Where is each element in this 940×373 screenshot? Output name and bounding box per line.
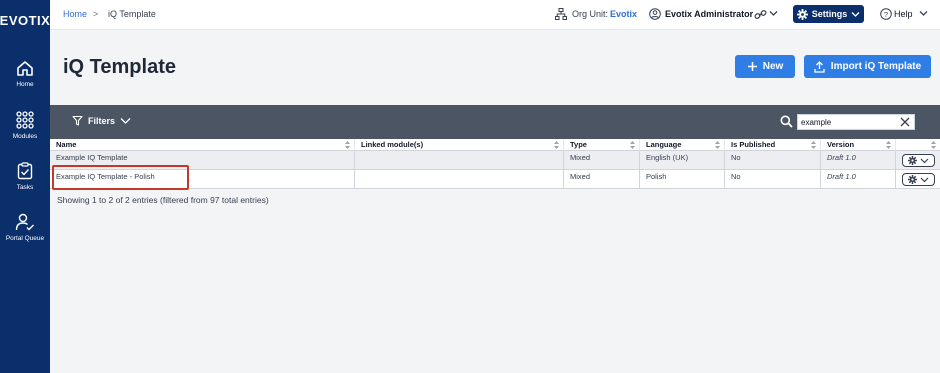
sidebar-item-tasks[interactable]: Tasks: [0, 162, 50, 191]
cell-language: English (UK): [640, 151, 725, 170]
page-title: iQ Template: [63, 56, 176, 78]
search-icon[interactable]: [780, 115, 793, 128]
clipboard-check-icon: [17, 162, 33, 180]
new-button-label: New: [762, 61, 784, 72]
gear-icon: [908, 156, 917, 165]
close-icon[interactable]: [900, 117, 910, 127]
sidebar-item-home[interactable]: Home: [0, 60, 50, 88]
table-row[interactable]: Example IQ Template Mixed English (UK) N…: [50, 151, 940, 170]
cell-name[interactable]: Example IQ Template - Polish: [50, 170, 355, 189]
column-header-actions: [896, 139, 940, 151]
sidebar: EVOTIX Home Modules Tasks Portal Queue: [0, 0, 50, 373]
column-header-label: Linked module(s): [361, 140, 424, 149]
breadcrumb-current: iQ Template: [108, 9, 156, 19]
column-header-label: Is Published: [731, 140, 776, 149]
column-header-label: Type: [570, 140, 587, 149]
column-header-version[interactable]: Version: [821, 139, 896, 151]
sort-icon: [630, 141, 635, 149]
sidebar-item-label: Tasks: [16, 184, 34, 191]
svg-text:?: ?: [884, 10, 888, 19]
search-box: [797, 114, 915, 130]
filter-bar: Filters: [50, 105, 940, 139]
sidebar-item-label: Portal Queue: [5, 235, 45, 242]
new-button[interactable]: New: [735, 55, 795, 78]
filters-toggle[interactable]: Filters: [72, 115, 131, 126]
chevron-down-icon: [920, 177, 929, 182]
column-header-label: Language: [646, 140, 682, 149]
settings-button[interactable]: Settings: [793, 5, 864, 23]
column-header-name[interactable]: Name: [50, 139, 355, 151]
chevron-down-icon: [920, 158, 929, 163]
sort-icon: [715, 141, 720, 149]
user-name[interactable]: Evotix Administrator: [665, 9, 753, 19]
search-input[interactable]: [801, 116, 891, 128]
user-avatar-icon[interactable]: [649, 8, 661, 20]
cell-language: Polish: [640, 170, 725, 189]
gear-icon: [796, 8, 808, 20]
breadcrumb-home-link[interactable]: Home: [63, 9, 87, 19]
sort-icon: [554, 141, 559, 149]
filter-funnel-icon: [72, 115, 83, 126]
table-row[interactable]: Example IQ Template - Polish Mixed Polis…: [50, 170, 940, 189]
link-icon[interactable]: [754, 8, 767, 21]
chevron-down-icon: [851, 11, 860, 17]
org-unit-selector[interactable]: Evotix: [610, 9, 637, 19]
templates-table: Name Linked module(s) Type Language Is P…: [50, 139, 940, 189]
sort-icon: [886, 141, 891, 149]
org-unit-label: Org Unit:: [572, 9, 609, 19]
modules-grid-icon: [16, 111, 34, 129]
column-header-label: Name: [56, 140, 77, 149]
upload-icon: [814, 60, 825, 73]
topbar: Home > iQ Template Org Unit: Evotix Evot…: [50, 0, 940, 30]
plus-icon: [747, 62, 757, 71]
breadcrumb-separator: >: [93, 9, 99, 19]
cell-version: Draft 1.0: [821, 151, 896, 170]
row-actions-button[interactable]: [902, 173, 935, 186]
cell-is-published: No: [725, 170, 821, 189]
sidebar-item-modules[interactable]: Modules: [0, 111, 50, 140]
cell-type: Mixed: [564, 151, 640, 170]
sidebar-item-label: Home: [16, 81, 34, 88]
table-header: Name Linked module(s) Type Language Is P…: [50, 139, 940, 151]
cell-linked-modules: [355, 170, 564, 189]
chevron-down-icon: [120, 117, 131, 124]
cell-linked-modules: [355, 151, 564, 170]
sidebar-item-label: Modules: [12, 133, 38, 140]
gear-icon: [908, 175, 917, 184]
user-check-icon: [15, 213, 34, 231]
row-actions-button[interactable]: [902, 154, 935, 167]
column-header-linked-modules[interactable]: Linked module(s): [355, 139, 564, 151]
chevron-down-icon[interactable]: [919, 10, 928, 17]
import-template-button[interactable]: Import iQ Template: [804, 55, 931, 78]
entries-info: Showing 1 to 2 of 2 entries (filtered fr…: [57, 195, 269, 205]
cell-type: Mixed: [564, 170, 640, 189]
sidebar-item-portal-queue[interactable]: Portal Queue: [0, 213, 50, 242]
column-header-label: Version: [827, 140, 855, 149]
import-button-label: Import iQ Template: [830, 61, 922, 72]
home-icon: [17, 61, 33, 76]
org-hierarchy-icon: [555, 8, 567, 20]
help-menu[interactable]: Help: [894, 9, 913, 19]
evotix-logo: EVOTIX: [0, 12, 51, 28]
cell-is-published: No: [725, 151, 821, 170]
cell-name[interactable]: Example IQ Template: [50, 151, 355, 170]
sort-icon: [811, 141, 816, 149]
column-header-language[interactable]: Language: [640, 139, 725, 151]
sort-icon: [931, 141, 936, 149]
column-header-is-published[interactable]: Is Published: [725, 139, 821, 151]
help-icon[interactable]: ?: [880, 8, 892, 20]
settings-label: Settings: [811, 9, 848, 19]
filters-label: Filters: [88, 115, 116, 126]
cell-version: Draft 1.0: [821, 170, 896, 189]
column-header-type[interactable]: Type: [564, 139, 640, 151]
chevron-down-icon[interactable]: [769, 10, 778, 17]
sort-icon: [345, 141, 350, 149]
